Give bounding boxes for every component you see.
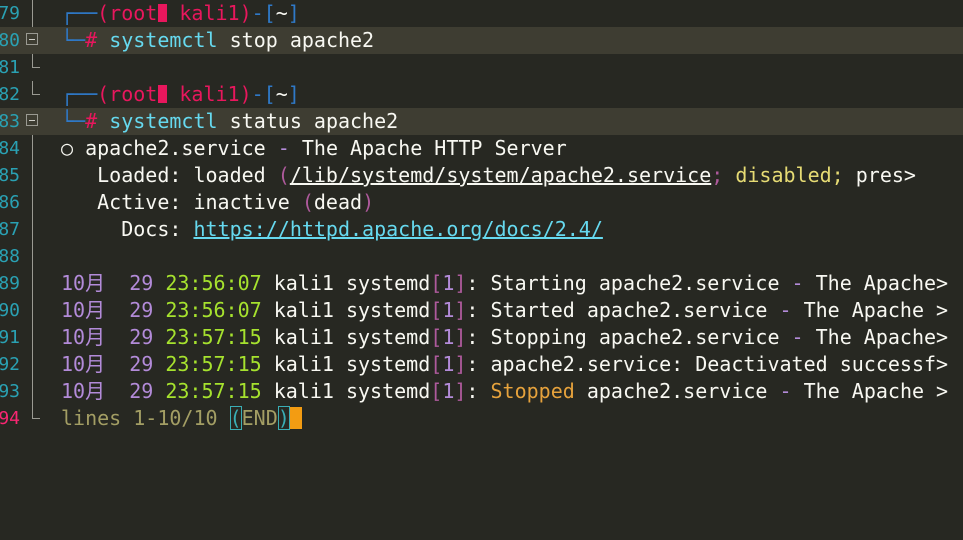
prompt-top: ┌──(root kali1)-[~] (61, 1, 300, 25)
service-header: ○ apache2.service - The Apache HTTP Serv… (61, 136, 567, 160)
line-82: 82 ┌──(root kali1)-[~] (0, 81, 963, 108)
prompt-command: └─# systemctl status apache2 (61, 109, 399, 133)
editor[interactable]: 79 ┌──(root kali1)-[~] 80 └─# systemctl … (0, 0, 963, 443)
fold-guide (32, 378, 33, 405)
line-number: 81 (0, 57, 20, 78)
line-number: 88 (0, 246, 20, 267)
fold-guide (32, 216, 33, 243)
line-number: 84 (0, 138, 20, 159)
fold-guide (32, 135, 33, 162)
line-81: 81 (0, 54, 963, 81)
skull-glyph-icon (158, 85, 168, 103)
fold-end (32, 405, 40, 419)
line-number: 86 (0, 192, 20, 213)
line-number: 87 (0, 219, 20, 240)
line-85: 85 Loaded: loaded (/lib/systemd/system/a… (0, 162, 963, 189)
bracket-match-close: ) (277, 406, 290, 430)
docs-line: Docs: https://httpd.apache.org/docs/2.4/ (121, 217, 603, 241)
bracket-match-open: ( (229, 406, 242, 430)
fold-end (32, 81, 40, 95)
text-cursor (289, 407, 302, 429)
prompt-top: ┌──(root kali1)-[~] (61, 82, 300, 106)
fold-guide (32, 297, 33, 324)
fold-guide (32, 0, 33, 27)
active-line: Active: inactive (dead) (97, 190, 375, 214)
unit-file-path[interactable]: /lib/systemd/system/apache2.service (290, 163, 711, 187)
fold-end (32, 54, 40, 68)
pager-status: lines 1-10/10 (END) (61, 405, 302, 432)
line-number: 92 (0, 354, 20, 375)
line-89: 89 10月 29 23:56:07 kali1 systemd[1]: Sta… (0, 270, 963, 297)
line-93: 93 10月 29 23:57:15 kali1 systemd[1]: Sto… (0, 378, 963, 405)
line-91: 91 10月 29 23:57:15 kali1 systemd[1]: Sto… (0, 324, 963, 351)
line-88: 88 (0, 243, 963, 270)
fold-guide (32, 270, 33, 297)
skull-glyph-icon (158, 4, 168, 22)
line-number: 82 (0, 84, 20, 105)
fold-toggle-icon[interactable] (26, 33, 38, 45)
fold-toggle-icon[interactable] (26, 114, 38, 126)
line-number: 93 (0, 381, 20, 402)
line-86: 86 Active: inactive (dead) (0, 189, 963, 216)
line-number: 79 (0, 3, 20, 24)
loaded-line: Loaded: loaded (/lib/systemd/system/apac… (97, 163, 916, 187)
line-number: 80 (0, 30, 20, 51)
line-79: 79 ┌──(root kali1)-[~] (0, 0, 963, 27)
journal-entry: 10月 29 23:56:07 kali1 systemd[1]: Starte… (61, 298, 949, 322)
journal-entry: 10月 29 23:57:15 kali1 systemd[1]: apache… (61, 352, 949, 376)
line-84: 84 ○ apache2.service - The Apache HTTP S… (0, 135, 963, 162)
fold-guide (32, 243, 33, 270)
fold-guide (32, 189, 33, 216)
fold-guide (32, 162, 33, 189)
prompt-command: └─# systemctl stop apache2 (61, 28, 375, 52)
journal-entry: 10月 29 23:57:15 kali1 systemd[1]: Stoppe… (61, 379, 949, 403)
fold-guide (32, 324, 33, 351)
journal-entry: 10月 29 23:56:07 kali1 systemd[1]: Starti… (61, 271, 949, 295)
journal-entry: 10月 29 23:57:15 kali1 systemd[1]: Stoppi… (61, 325, 949, 349)
line-80: 80 └─# systemctl stop apache2 (0, 27, 963, 54)
line-87: 87 Docs: https://httpd.apache.org/docs/2… (0, 216, 963, 243)
docs-link[interactable]: https://httpd.apache.org/docs/2.4/ (193, 217, 602, 241)
line-number: 90 (0, 300, 20, 321)
inactive-bullet-icon: ○ (61, 136, 74, 160)
line-number: 89 (0, 273, 20, 294)
line-number: 83 (0, 111, 20, 132)
line-number: 85 (0, 165, 20, 186)
active-line-number: 94 (0, 408, 20, 429)
line-92: 92 10月 29 23:57:15 kali1 systemd[1]: apa… (0, 351, 963, 378)
line-94: 94 lines 1-10/10 (END) (0, 405, 963, 432)
fold-guide (32, 351, 33, 378)
line-83: 83 └─# systemctl status apache2 (0, 108, 963, 135)
line-number: 91 (0, 327, 20, 348)
line-90: 90 10月 29 23:56:07 kali1 systemd[1]: Sta… (0, 297, 963, 324)
